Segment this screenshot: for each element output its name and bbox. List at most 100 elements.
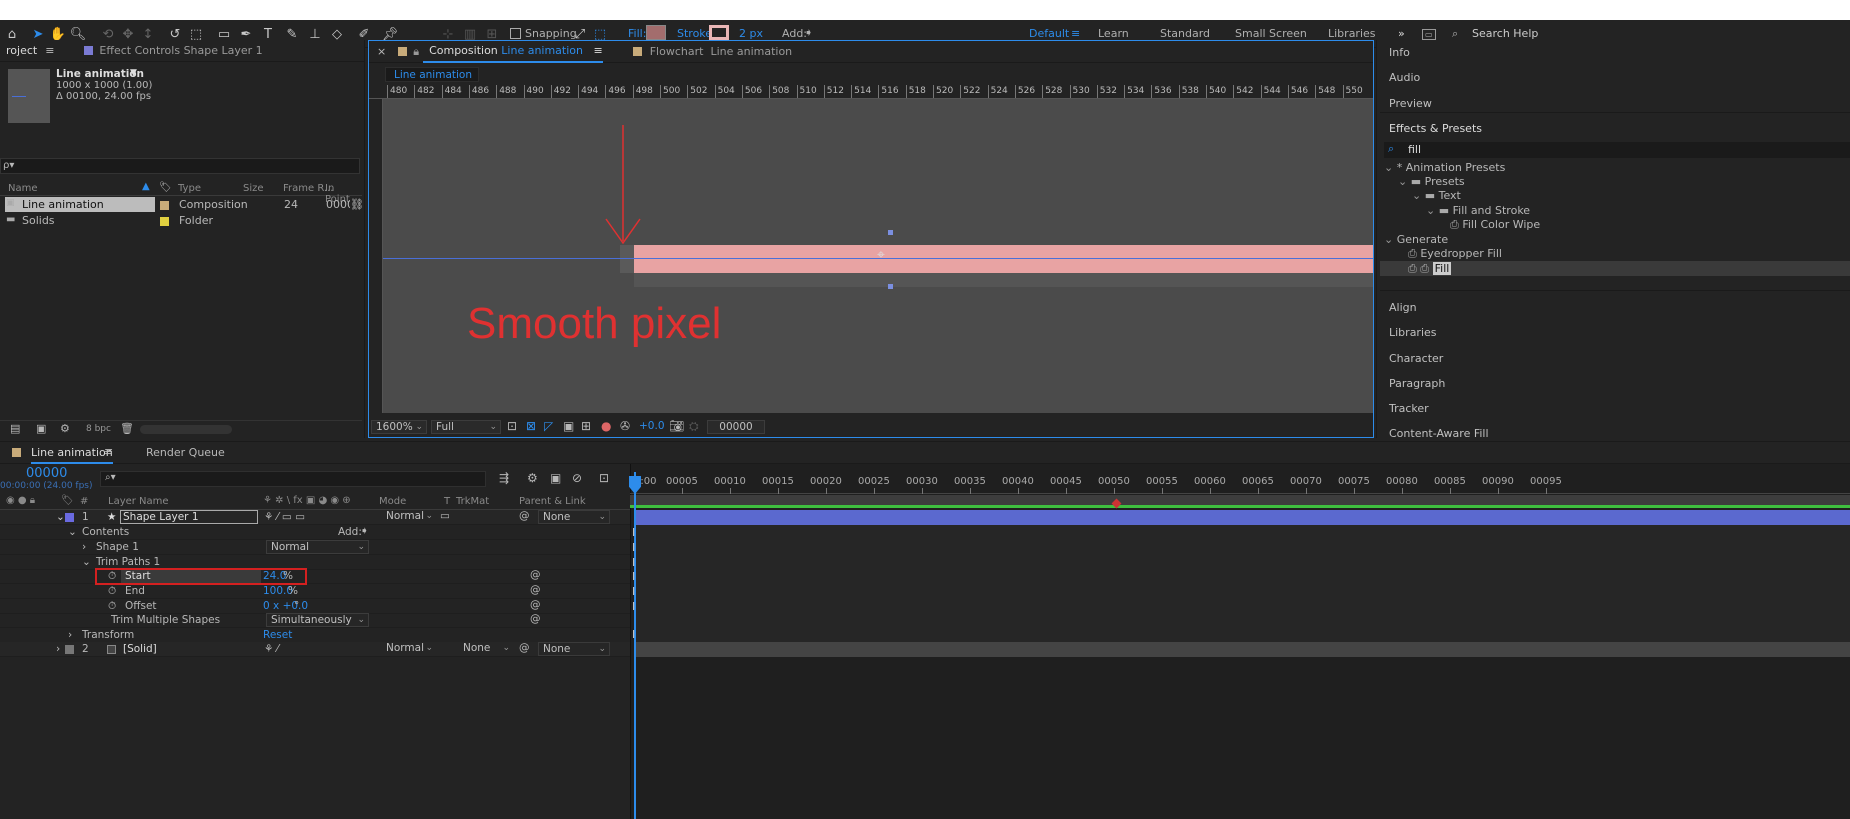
bounding-handle-bottom[interactable] — [888, 284, 893, 289]
layer-switches[interactable]: ⚘ ⁄ — [264, 643, 279, 655]
layer-switches[interactable]: ⚘ ⁄ ▭ ▭ — [264, 511, 305, 523]
stroke-swatch[interactable] — [709, 25, 729, 40]
tab-line-animation[interactable]: Line animation — [31, 446, 113, 464]
layer-name-field[interactable]: Shape Layer 1 — [120, 510, 258, 524]
keyframe-nav-icon[interactable]: I — [632, 556, 635, 569]
tree-presets[interactable]: ⌄ ▬ Presets — [1398, 175, 1465, 190]
work-area-bar[interactable] — [630, 495, 1850, 505]
tab-render-queue[interactable]: Render Queue — [146, 446, 225, 459]
end-property-row[interactable]: ⏱ End 100.0 % @ — [0, 584, 630, 599]
workspace-small-screen[interactable]: Small Screen — [1235, 27, 1307, 40]
interpret-footage-icon[interactable]: ▤ — [10, 422, 20, 435]
start-property-row[interactable]: ⏱ Start 24.0 % @ — [0, 568, 630, 585]
expression-icon[interactable]: @ — [530, 613, 541, 625]
channel-icon[interactable]: ● — [601, 419, 611, 433]
contents-row[interactable]: ⌄ Contents Add: ➧ — [0, 525, 630, 540]
bounding-handle-top[interactable] — [888, 230, 893, 235]
tree-fill-color-wipe[interactable]: ⎙ Fill Color Wipe — [1450, 218, 1540, 233]
layer1-parent-select[interactable]: None ⌄ — [538, 510, 610, 524]
keyframe-nav-icon[interactable]: I — [632, 526, 635, 539]
effects-search-input[interactable]: ⌕ fill — [1384, 142, 1850, 158]
panel-align[interactable]: Align — [1389, 301, 1417, 314]
transform-row[interactable]: › Transform Reset — [0, 628, 630, 643]
bpc-button[interactable]: 8 bpc — [86, 424, 111, 434]
mask-visibility-icon[interactable]: ◸ — [544, 419, 553, 433]
add-content-button[interactable]: ➧ — [360, 525, 369, 537]
close-tab-icon[interactable]: × — [369, 45, 394, 58]
layer-row-solid[interactable]: › 2 [Solid] ⚘ ⁄ Normal ⌄ None ⌄ @ None ⌄ — [0, 642, 630, 657]
panel-character[interactable]: Character — [1389, 352, 1443, 365]
panel-effects-presets[interactable]: Effects & Presets — [1389, 122, 1482, 135]
layer2-duration-bar[interactable] — [634, 642, 1850, 657]
trash-icon[interactable]: 🗑︎ — [120, 422, 134, 435]
pickwhip-icon[interactable]: @ — [519, 510, 530, 522]
header-mode[interactable]: Mode — [379, 496, 406, 507]
comp-breadcrumb[interactable]: Line animation — [385, 67, 479, 82]
expression-icon[interactable]: @ — [530, 584, 541, 596]
offset-property-row[interactable]: ⏱ Offset 0 x +0.0 ° @ — [0, 599, 630, 614]
panel-content-aware-fill[interactable]: Content-Aware Fill — [1389, 427, 1489, 440]
stroke-line-shape[interactable] — [634, 245, 1373, 273]
timeline-timecode[interactable]: 00000 — [26, 466, 67, 481]
exposure-value[interactable]: +0.0 — [639, 420, 665, 432]
resolution-select[interactable]: Full ⌄ — [431, 420, 501, 434]
shape1-blend-select[interactable]: Normal ⌄ — [266, 540, 369, 554]
snapping-checkbox[interactable] — [510, 28, 521, 39]
expand-layer-icon[interactable]: ⌄ — [56, 511, 65, 523]
tree-text[interactable]: ⌄ ▬ Text — [1412, 189, 1461, 204]
project-item-line-animation[interactable]: ▣ Line animation Composition 24 00000 ⛓ — [0, 198, 364, 213]
label-header-icon[interactable]: 🏷︎ — [61, 495, 74, 506]
shape1-row[interactable]: › Shape 1 Normal ⌄ — [0, 540, 630, 555]
label-column-icon[interactable]: 🏷︎ — [159, 182, 172, 193]
expand-transform-icon[interactable]: › — [68, 629, 72, 641]
offset-value[interactable]: 0 x +0.0 — [263, 600, 308, 612]
tab-effect-controls[interactable]: Effect Controls Shape Layer 1 — [54, 44, 270, 57]
layer-row-shape-layer-1[interactable]: ⌄ 1 ★ Shape Layer 1 ⚘ ⁄ ▭ ▭ Normal ⌄ ▭ @ … — [0, 510, 630, 525]
panel-paragraph[interactable]: Paragraph — [1389, 377, 1445, 390]
header-name[interactable]: Name — [8, 183, 38, 194]
trim-multiple-row[interactable]: Trim Multiple Shapes Simultaneously ⌄ @ — [0, 613, 630, 628]
graph-editor-icon[interactable]: ⊡ — [599, 471, 609, 485]
tab-flowchart[interactable]: Flowchart Line animation — [603, 45, 800, 58]
panel-libraries[interactable]: Libraries — [1389, 326, 1437, 339]
stopwatch-icon[interactable]: ⏱ — [108, 600, 116, 613]
color-management-icon[interactable]: ✇ — [620, 419, 630, 433]
workspace-learn[interactable]: Learn — [1098, 27, 1129, 40]
region-of-interest-icon[interactable]: ▣ — [563, 419, 574, 433]
current-time-field[interactable]: 00000 — [707, 420, 765, 434]
snapshot-icon[interactable]: 📷︎ — [669, 419, 684, 433]
keyframe-nav-icon[interactable]: I — [632, 600, 635, 613]
lock-icon[interactable]: 🔒︎ — [394, 45, 423, 59]
tree-fill-and-stroke[interactable]: ⌄ ▬ Fill and Stroke — [1426, 204, 1530, 219]
tab-composition[interactable]: Composition Line animation ≡ — [423, 41, 603, 63]
header-trkmat[interactable]: TrkMat — [456, 496, 489, 507]
stopwatch-icon[interactable]: ⏱ — [108, 570, 116, 583]
layer2-trkmat-select[interactable]: None ⌄ — [459, 642, 513, 656]
project-scrollbar[interactable] — [140, 425, 232, 434]
transparency-grid-icon[interactable]: ⊠ — [526, 419, 536, 433]
tree-eyedropper-fill[interactable]: ⎙ Eyedropper Fill — [1408, 247, 1502, 262]
playhead-line[interactable] — [634, 472, 636, 819]
panel-preview[interactable]: Preview — [1389, 97, 1432, 110]
fill-swatch[interactable] — [646, 25, 666, 40]
fast-previews-icon[interactable]: ⊡ — [507, 419, 517, 433]
workspace-standard[interactable]: Standard — [1160, 27, 1210, 40]
window-icon[interactable]: ▭ — [1422, 29, 1436, 40]
header-size[interactable]: Size — [243, 183, 264, 194]
layer2-name[interactable]: [Solid] — [123, 643, 157, 655]
tab-project[interactable]: roject — [0, 44, 45, 57]
sort-ascending-icon[interactable]: ▲ — [142, 181, 150, 192]
flowchart-icon[interactable]: ⛓ — [350, 198, 364, 211]
search-help-input[interactable]: Search Help — [1472, 27, 1538, 40]
keyframe-nav-icon[interactable]: I — [632, 541, 635, 554]
comp-dropdown-icon[interactable]: ▼ — [130, 68, 137, 78]
frame-blending-icon[interactable]: ⊘ — [572, 471, 582, 485]
keyframe-nav-icon[interactable]: I — [632, 628, 635, 641]
tree-generate[interactable]: ⌄ Generate — [1384, 233, 1448, 248]
expression-icon[interactable]: @ — [530, 569, 541, 581]
trkmat-box[interactable]: ▭ — [440, 510, 450, 522]
show-snapshot-icon[interactable]: ⛭ — [689, 419, 699, 434]
more-workspaces-icon[interactable]: » — [1398, 27, 1405, 40]
composition-canvas[interactable]: ⌖ Smooth pixel — [383, 99, 1373, 413]
panel-audio[interactable]: Audio — [1389, 71, 1420, 84]
